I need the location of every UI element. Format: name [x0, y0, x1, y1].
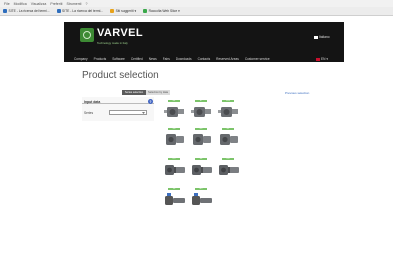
browser-menu-item[interactable]: Visualizza: [31, 2, 47, 6]
nav-item[interactable]: News: [149, 57, 157, 61]
product-tag: FRS: [222, 100, 234, 102]
nav-item[interactable]: Certified: [131, 57, 143, 61]
gearbox-inline-icon: [164, 132, 186, 147]
favorite-icon: [3, 9, 7, 13]
product-tile[interactable]: RO: [162, 158, 188, 178]
product-tile[interactable]: RS: [162, 100, 188, 120]
flag-icon: [314, 35, 318, 39]
input-data-panel: Input data ? Series: [82, 97, 154, 121]
gearbox-inline-icon: [191, 132, 213, 147]
product-tag: RO: [168, 158, 180, 160]
gearbox-worm-icon: [218, 104, 240, 119]
gearbox-worm-icon: [191, 104, 213, 119]
series-select[interactable]: [109, 110, 147, 115]
nav-item[interactable]: Fairs: [163, 57, 170, 61]
favorite-icon: [110, 9, 115, 13]
product-tile[interactable]: SR: [189, 158, 215, 178]
favorite-icon: [143, 9, 148, 13]
language-selector-top[interactable]: Italiano: [314, 35, 330, 39]
browser-menu-item[interactable]: Modifica: [14, 2, 27, 6]
varvel-logo[interactable]: VARVEL Technology made in Italy: [80, 27, 150, 48]
product-tag: RD: [195, 128, 207, 130]
favorite-link[interactable]: Raccolta Web Slice ▾: [143, 9, 180, 13]
browser-menu-item[interactable]: ?: [85, 2, 87, 6]
product-tag: VR: [168, 188, 180, 190]
gearmotor-icon: [191, 192, 213, 207]
product-tile[interactable]: RT: [189, 100, 215, 120]
gearbox-motor-icon: [191, 162, 213, 177]
browser-menu-bar: File Modifica Visualizza Preferiti Strumenti…: [0, 0, 393, 7]
help-icon[interactable]: ?: [148, 99, 153, 104]
gearbox-inline-icon: [218, 132, 240, 147]
favorite-icon: [56, 9, 61, 13]
product-tile[interactable]: FRS: [216, 100, 242, 120]
gearmotor-icon: [164, 192, 186, 207]
gearbox-motor-icon: [218, 162, 240, 177]
tab-selection-by-data[interactable]: Selection by data: [146, 90, 170, 95]
logo-subtitle: Technology made in Italy: [97, 40, 128, 45]
product-tile[interactable]: RG: [216, 158, 242, 178]
nav-item[interactable]: Reserved Areas: [216, 57, 239, 61]
main-navigation: Company Products Software Certified News Fair…: [74, 57, 276, 61]
favorites-bar: SITE - La ricerca del termi... SITE - La …: [0, 7, 393, 16]
favorite-link[interactable]: Siti suggeriti ▾: [110, 9, 136, 13]
browser-screen: File Modifica Visualizza Preferiti Strumenti…: [0, 0, 393, 265]
product-tile[interactable]: RD: [189, 128, 215, 148]
varvel-logo-icon: [80, 28, 94, 42]
product-tile[interactable]: VR: [162, 188, 188, 208]
product-grid: RS RT FRS RN RD RP RO SR RG VR MO: [158, 100, 258, 212]
favorite-label: Siti suggeriti ▾: [115, 9, 137, 13]
language-label: Italiano: [319, 35, 330, 39]
browser-menu-item[interactable]: Strumenti: [66, 2, 81, 6]
nav-item[interactable]: Company: [74, 57, 88, 61]
product-tile[interactable]: RN: [162, 128, 188, 148]
panel-header: Input data ?: [82, 98, 154, 104]
favorite-label: SITE - La ricerca del termi...: [62, 9, 104, 13]
gearbox-worm-icon: [164, 104, 186, 119]
product-tile[interactable]: MO: [189, 188, 215, 208]
product-tag: MO: [195, 188, 207, 190]
product-tag: RN: [168, 128, 180, 130]
product-tag: SR: [195, 158, 207, 160]
browser-menu-item[interactable]: File: [4, 2, 10, 6]
language-selector-nav[interactable]: EN ▾: [316, 57, 328, 61]
gearbox-motor-icon: [164, 162, 186, 177]
product-tag: RT: [195, 100, 207, 102]
uk-flag-icon: [316, 57, 320, 61]
nav-item[interactable]: Customer service: [245, 57, 270, 61]
nav-item[interactable]: Products: [94, 57, 107, 61]
previous-selection-link[interactable]: Previous selection: [285, 91, 309, 95]
chevron-down-icon: [142, 112, 145, 114]
favorite-label: Raccolta Web Slice ▾: [148, 9, 180, 13]
nav-language-label: EN ▾: [321, 57, 328, 61]
favorite-label: SITE - La ricerca del termi...: [8, 9, 50, 13]
favorite-link[interactable]: SITE - La ricerca del termi...: [3, 9, 50, 13]
nav-item[interactable]: Software: [112, 57, 125, 61]
product-tag: RP: [222, 128, 234, 130]
product-tag: RG: [222, 158, 234, 160]
product-tile[interactable]: RP: [216, 128, 242, 148]
page-title: Product selection: [82, 70, 159, 81]
panel-title: Input data: [84, 100, 101, 104]
logo-text: VARVEL: [97, 27, 144, 39]
tab-series-selection[interactable]: Series selection: [122, 90, 146, 95]
site-header: VARVEL Technology made in Italy Italiano…: [64, 22, 344, 62]
browser-menu-item[interactable]: Preferiti: [50, 2, 62, 6]
favorite-link[interactable]: SITE - La ricerca del termi...: [56, 9, 104, 13]
selection-mode-toggle: Series selection Selection by data: [122, 90, 170, 95]
nav-item[interactable]: Downloads: [176, 57, 192, 61]
nav-item[interactable]: Contacts: [198, 57, 211, 61]
product-tag: RS: [168, 100, 180, 102]
series-label: Series: [84, 111, 94, 115]
